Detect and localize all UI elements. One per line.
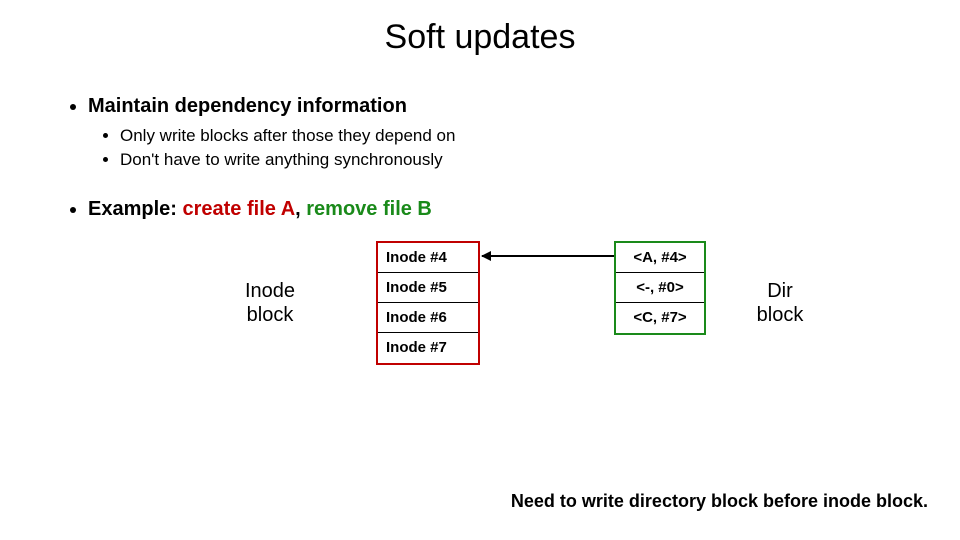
- inode-cell-4: Inode #4: [378, 243, 478, 273]
- bullet-maintain: Maintain dependency information Only wri…: [88, 95, 920, 170]
- inode-block-group: Inode #4 Inode #5 Inode #6 Inode #7: [376, 241, 480, 365]
- slide-content: Maintain dependency information Only wri…: [0, 57, 960, 441]
- slide-title: Soft updates: [0, 0, 960, 57]
- sub-bullet-only-write: Only write blocks after those they depen…: [120, 126, 920, 146]
- inode-cell-6: Inode #6: [378, 303, 478, 333]
- sub-bullet-dont-have: Don't have to write anything synchronous…: [120, 150, 920, 170]
- bullet-example: Example: create file A, remove file B: [88, 198, 920, 221]
- dir-cell-c: <C, #7>: [616, 303, 704, 333]
- bullet-list: Maintain dependency information Only wri…: [60, 95, 920, 221]
- example-prefix: Example:: [88, 198, 182, 220]
- sub-bullet-list: Only write blocks after those they depen…: [88, 126, 920, 170]
- inode-cell-7: Inode #7: [378, 333, 478, 363]
- diagram: Inode block Inode #4 Inode #5 Inode #6 I…: [60, 241, 920, 441]
- dependency-arrow: [482, 255, 614, 257]
- inode-cell-5: Inode #5: [378, 273, 478, 303]
- bullet-text: Maintain dependency information: [88, 95, 407, 117]
- example-sep: ,: [295, 198, 306, 220]
- inode-block-label: Inode block: [230, 279, 310, 327]
- slide: Soft updates Maintain dependency informa…: [0, 0, 960, 540]
- dir-cell-blank: <-, #0>: [616, 273, 704, 303]
- footnote: Need to write directory block before ino…: [511, 491, 928, 512]
- example-remove: remove file B: [306, 198, 432, 220]
- example-create: create file A: [182, 198, 295, 220]
- dir-block-group: <A, #4> <-, #0> <C, #7>: [614, 241, 706, 335]
- dir-block-label: Dir block: [750, 279, 810, 327]
- dir-cell-a: <A, #4>: [616, 243, 704, 273]
